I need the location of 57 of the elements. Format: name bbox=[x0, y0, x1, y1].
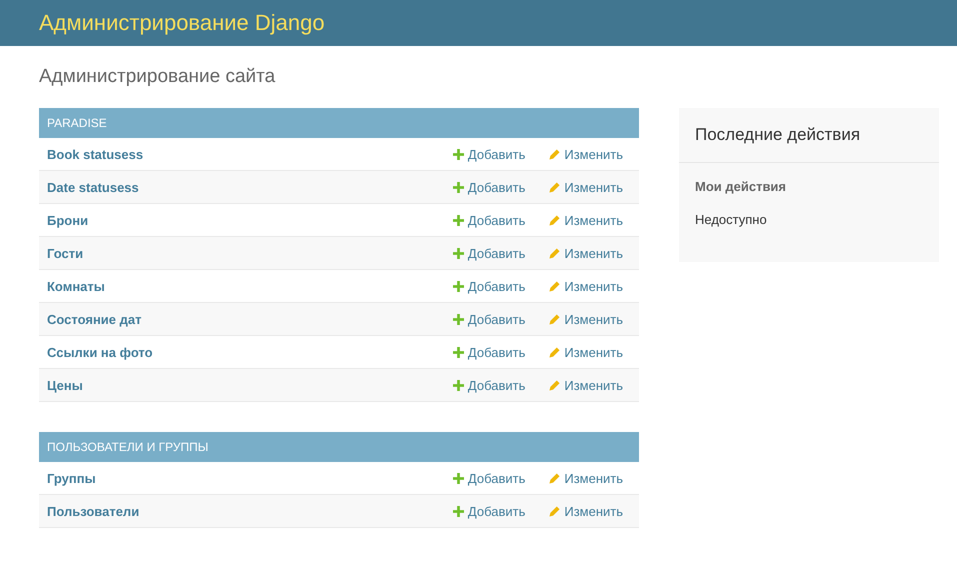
add-link[interactable]: Добавить bbox=[452, 344, 526, 360]
add-link[interactable]: Добавить bbox=[452, 378, 526, 392]
change-link[interactable]: Изменить bbox=[549, 212, 623, 228]
plus-icon bbox=[452, 506, 464, 516]
empty-message: Недоступно bbox=[695, 212, 768, 227]
model-link[interactable]: Ссылки на фото bbox=[47, 344, 453, 360]
module-caption[interactable]: PARADISE bbox=[39, 108, 639, 138]
pencil-icon bbox=[549, 346, 560, 358]
add-link[interactable]: Добавить bbox=[452, 470, 526, 486]
plus-icon bbox=[452, 248, 464, 258]
plus-icon bbox=[452, 182, 464, 192]
pencil-icon bbox=[549, 148, 560, 160]
change-link[interactable]: Изменить bbox=[549, 146, 623, 162]
add-link[interactable]: Добавить bbox=[452, 180, 526, 194]
pencil-icon bbox=[549, 214, 560, 226]
model-link[interactable]: Комнаты bbox=[47, 278, 453, 294]
model-link[interactable]: Пользователи bbox=[47, 504, 453, 518]
add-link[interactable]: Добавить bbox=[452, 246, 526, 260]
pencil-icon bbox=[549, 472, 560, 484]
pencil-icon bbox=[549, 380, 560, 390]
add-link[interactable]: Добавить bbox=[452, 312, 526, 326]
change-link[interactable]: Изменить bbox=[549, 378, 623, 392]
plus-icon bbox=[452, 280, 464, 292]
pencil-icon bbox=[549, 280, 560, 292]
model-link[interactable]: Состояние дат bbox=[47, 312, 453, 326]
plus-icon bbox=[452, 148, 464, 160]
plus-icon bbox=[452, 314, 464, 324]
plus-icon bbox=[452, 214, 464, 226]
change-link[interactable]: Изменить bbox=[549, 246, 623, 260]
plus-icon bbox=[452, 346, 464, 358]
model-link[interactable]: Date statusess bbox=[47, 180, 453, 194]
pencil-icon bbox=[549, 248, 560, 258]
model-link[interactable]: Гости bbox=[47, 246, 453, 260]
model-link[interactable]: Группы bbox=[47, 470, 453, 486]
change-link[interactable]: Изменить bbox=[549, 504, 623, 518]
pencil-icon bbox=[549, 314, 560, 324]
panel-title: Последние действия bbox=[679, 108, 939, 163]
change-link[interactable]: Изменить bbox=[549, 470, 623, 486]
add-link[interactable]: Добавить bbox=[452, 212, 526, 228]
panel-subtitle: Мои действия bbox=[695, 179, 788, 194]
add-link[interactable]: Добавить bbox=[452, 278, 526, 294]
model-link[interactable]: Брони bbox=[47, 212, 453, 228]
add-link[interactable]: Добавить bbox=[452, 504, 526, 518]
change-link[interactable]: Изменить bbox=[549, 180, 623, 194]
site-branding-link[interactable]: Администрирование Django bbox=[39, 10, 325, 36]
page-title: Администрирование сайта bbox=[39, 66, 276, 88]
change-link[interactable]: Изменить bbox=[549, 278, 623, 294]
model-link[interactable]: Цены bbox=[47, 378, 453, 392]
pencil-icon bbox=[549, 182, 560, 192]
plus-icon bbox=[452, 472, 464, 484]
model-link[interactable]: Book statusess bbox=[47, 146, 453, 162]
pencil-icon bbox=[549, 506, 560, 516]
add-link[interactable]: Добавить bbox=[452, 146, 526, 162]
module-caption[interactable]: ПОЛЬЗОВАТЕЛИ И ГРУППЫ bbox=[39, 432, 639, 462]
plus-icon bbox=[452, 380, 464, 390]
change-link[interactable]: Изменить bbox=[549, 344, 623, 360]
change-link[interactable]: Изменить bbox=[549, 312, 623, 326]
